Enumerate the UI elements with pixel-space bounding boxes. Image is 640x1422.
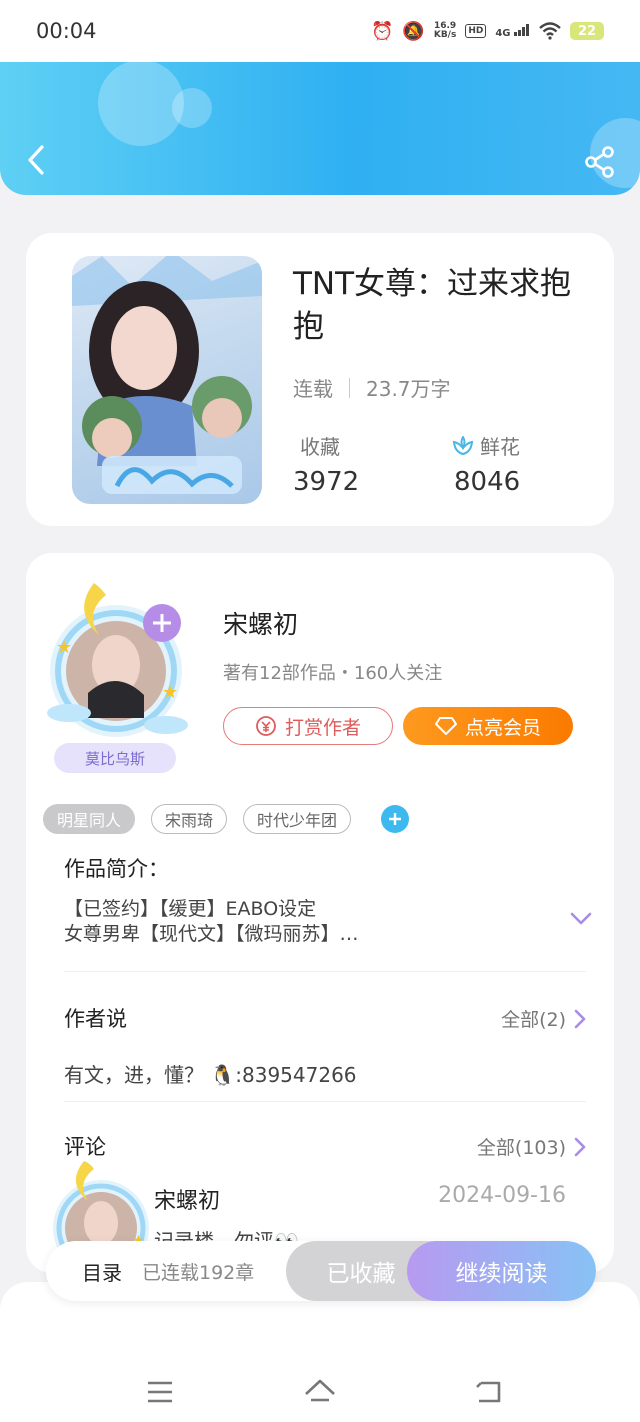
tag-item[interactable]: 时代少年团 <box>243 804 352 834</box>
intro-line-1: 【已签约】【缓更】EABO设定 <box>64 898 317 920</box>
favorites-count: 3972 <box>293 467 360 497</box>
toc-button[interactable]: 目录 <box>82 1257 122 1286</box>
word-count: 23.7万字 <box>366 377 451 401</box>
divider <box>64 971 586 972</box>
network-label: 4G <box>495 27 511 39</box>
signal-bars-icon <box>514 23 529 36</box>
flowers-label: 鲜花 <box>480 435 520 459</box>
flowers-label-wrap[interactable]: 鲜花 <box>452 431 520 460</box>
status-time: 00:04 <box>36 19 97 43</box>
book-meta: 连载 23.7万字 <box>293 373 451 402</box>
book-title: TNT女尊：过来求抱抱 <box>293 266 572 345</box>
chapters-count: 已连载192章 <box>142 1261 255 1284</box>
bottom-action-bar: 目录 已连载192章 已收藏 继续阅读 <box>46 1241 596 1301</box>
intro-title: 作品简介： <box>64 857 169 881</box>
svg-text:★: ★ <box>162 682 178 703</box>
book-info-card: TNT女尊：过来求抱抱 连载 23.7万字 收藏 3972 鲜花 8046 <box>26 233 614 526</box>
continue-reading-button[interactable]: 继续阅读 <box>407 1241 596 1301</box>
signal-4g-icon: 4G <box>495 23 530 39</box>
intro-line-2: 女尊男卑【现代文】【微玛丽苏】… <box>64 923 359 945</box>
alarm-icon: ⏰ <box>371 20 394 42</box>
tip-author-label: 打赏作者 <box>284 716 361 739</box>
mute-bell-icon: 🔕 <box>402 20 425 42</box>
comment-date: 2024-09-16 <box>438 1183 566 1208</box>
chevron-left-icon <box>28 145 44 175</box>
hd-icon: HD <box>465 24 487 38</box>
tip-author-button[interactable]: 打赏作者 <box>223 707 393 745</box>
author-meta: 著有12部作品・160人关注 <box>223 663 443 684</box>
chevron-right-icon <box>574 1009 586 1028</box>
net-speed-unit: KB/s <box>433 30 457 40</box>
divider <box>64 1101 586 1102</box>
system-nav-bar <box>0 1282 640 1422</box>
status-icons: ⏰ 🔕 16.9 KB/s HD 4G 22 <box>371 21 604 42</box>
author-badge: 莫比乌斯 <box>54 743 176 773</box>
favorites-label-wrap: 收藏 <box>300 431 340 460</box>
nav-menu-button[interactable] <box>140 1372 180 1412</box>
meta-divider <box>349 377 350 398</box>
decor-bubble <box>98 62 184 146</box>
tag-item[interactable]: 明星同人 <box>43 804 136 834</box>
flowers-count: 8046 <box>454 467 521 497</box>
nav-back-button[interactable] <box>468 1372 508 1412</box>
home-icon <box>305 1379 335 1402</box>
expand-intro-button[interactable] <box>570 911 592 930</box>
tag-list: 明星同人 宋雨琦 时代少年团 <box>43 804 410 834</box>
tag-item[interactable]: 宋雨琦 <box>151 804 228 834</box>
svg-text:★: ★ <box>56 637 72 658</box>
battery-icon: 22 <box>570 22 604 40</box>
cover-illustration <box>72 256 262 494</box>
author-says-title: 作者说 <box>64 1007 127 1031</box>
author-name[interactable]: 宋螺初 <box>223 605 298 641</box>
share-icon <box>585 146 614 178</box>
comment-author-name[interactable]: 宋螺初 <box>154 1183 220 1215</box>
book-cover[interactable] <box>72 256 262 504</box>
decor-bubble <box>172 88 212 128</box>
chevron-right-icon <box>574 1137 586 1156</box>
author-avatar[interactable]: ★ ★ 莫比乌斯 <box>44 573 194 773</box>
add-tag-button[interactable] <box>381 805 410 833</box>
menu-icon <box>148 1381 172 1403</box>
intro-text[interactable]: 【已签约】【缓更】EABO设定 女尊男卑【现代文】【微玛丽苏】… <box>64 897 544 947</box>
share-button[interactable] <box>582 144 618 180</box>
author-says-all-link[interactable]: 全部(2) <box>501 1005 586 1032</box>
header-banner <box>0 62 640 195</box>
net-speed: 16.9 KB/s <box>434 22 456 40</box>
diamond-icon <box>434 717 457 735</box>
comments-all-label: 全部(103) <box>476 1137 566 1159</box>
vip-button[interactable]: 点亮会员 <box>403 707 573 745</box>
status-bar: 00:04 ⏰ 🔕 16.9 KB/s HD 4G 22 <box>0 0 640 62</box>
wifi-icon <box>539 22 561 40</box>
vip-label: 点亮会员 <box>464 716 541 739</box>
comments-all-link[interactable]: 全部(103) <box>477 1133 586 1160</box>
author-says-all-label: 全部(2) <box>501 1009 566 1031</box>
nav-home-button[interactable] <box>300 1372 340 1412</box>
coin-icon <box>256 716 276 736</box>
favorites-label: 收藏 <box>300 435 340 459</box>
book-status: 连载 <box>293 377 333 401</box>
chevron-down-icon <box>570 912 592 925</box>
plus-icon <box>389 813 402 825</box>
flower-icon <box>452 435 474 455</box>
back-button[interactable] <box>20 140 52 180</box>
back-arrow-icon <box>476 1381 501 1403</box>
author-says-text: 有文，进，懂？ 🐧:839547266 <box>64 1063 357 1087</box>
detail-card: ★ ★ 莫比乌斯 宋螺初 著有12部作品・160人关注 打赏作者 点亮会员 明星… <box>26 553 614 1273</box>
